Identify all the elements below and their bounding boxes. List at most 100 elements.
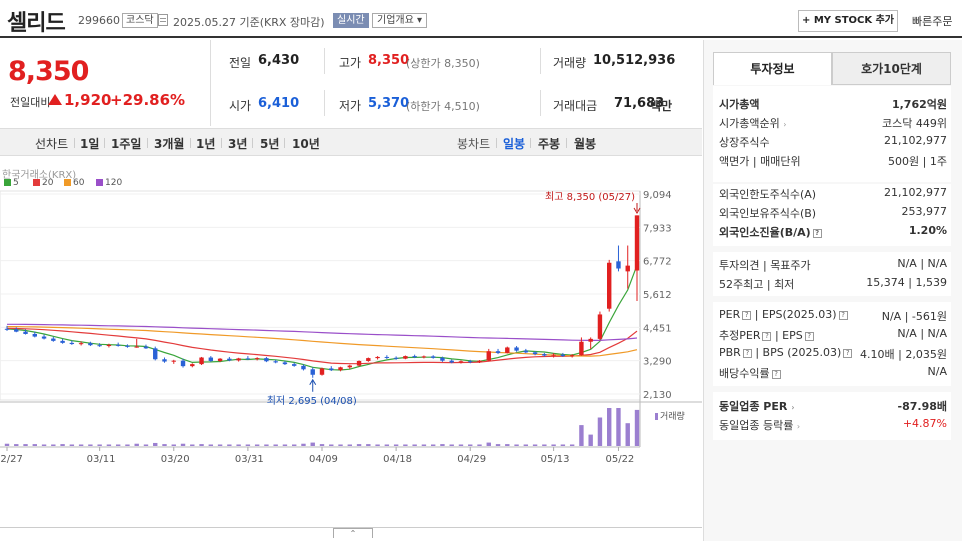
info-key[interactable]: 동일업종 등락률 › (719, 417, 800, 433)
info-key-label: PER (719, 308, 741, 321)
candle-body (607, 262, 612, 309)
volume-bar (153, 442, 158, 446)
period-1y[interactable]: 1년 (196, 135, 215, 152)
volume-legend-swatch (655, 413, 658, 420)
help-icon[interactable]: ? (771, 369, 781, 379)
company-overview-dropdown[interactable]: 기업개요 ▾ (372, 13, 428, 28)
candles (4, 215, 640, 378)
info-value: 253,977 (901, 205, 948, 218)
add-mystock-button[interactable]: + MY STOCK 추가 (798, 10, 898, 32)
quick-order-link[interactable]: 빠른주문 (912, 13, 952, 29)
candle-body (634, 215, 640, 271)
period-daily[interactable]: 일봉 (503, 135, 525, 152)
candle-body (421, 356, 427, 358)
volume-bar (292, 444, 297, 446)
period-1d[interactable]: 1일 (80, 135, 99, 152)
help-icon[interactable]: ? (742, 348, 752, 358)
help-icon[interactable]: ? (804, 331, 814, 341)
tab-investment-info[interactable]: 투자정보 (713, 52, 832, 85)
help-icon[interactable]: ? (838, 310, 848, 320)
info-key: PER? | EPS(2025.03)? (719, 308, 848, 321)
candle-body (569, 355, 575, 357)
tab-order-book[interactable]: 호가10단계 (832, 52, 951, 85)
volume-bar (301, 443, 306, 446)
divider (284, 138, 285, 148)
document-icon (158, 14, 168, 26)
up-arrow-icon (48, 94, 62, 105)
period-5y[interactable]: 5년 (260, 135, 279, 152)
volume-value: 10,512,936 (593, 53, 676, 68)
info-key[interactable]: 시가총액순위 › (719, 115, 786, 131)
volume-bar (347, 444, 352, 446)
candle-body (282, 362, 288, 365)
volume-bar (486, 442, 491, 446)
period-monthly[interactable]: 월봉 (574, 135, 596, 152)
info-key-label: 목표주가 (770, 259, 811, 272)
candle-body (449, 360, 454, 363)
info-value: 21,102,977 (884, 134, 947, 147)
divider (496, 138, 497, 148)
volume-bar (143, 444, 149, 446)
collapse-button[interactable]: ⌃ (333, 528, 373, 538)
period-1w[interactable]: 1주일 (111, 135, 141, 152)
help-icon[interactable]: ? (762, 331, 772, 341)
volume-bar (236, 444, 241, 446)
help-icon[interactable]: ? (843, 348, 853, 358)
info-value: N/A (927, 365, 947, 378)
period-10y[interactable]: 10년 (292, 135, 320, 152)
realtime-button[interactable]: 실시간 (333, 13, 369, 28)
volume-bar (319, 444, 325, 446)
help-icon[interactable]: ? (742, 310, 752, 320)
info-value: 500원 | 1주 (888, 155, 947, 168)
low-annotation: 최저 2,695 (04/08) (267, 395, 357, 407)
candle-body (106, 344, 112, 347)
volume-bar (199, 444, 204, 446)
candle-body (319, 368, 325, 375)
period-3y[interactable]: 3년 (228, 135, 247, 152)
x-tick-label: 05/13 (541, 454, 570, 465)
period-3m[interactable]: 3개월 (154, 135, 184, 152)
low-value: 5,370 (368, 96, 410, 111)
period-weekly[interactable]: 주봉 (538, 135, 560, 152)
volume-bar (366, 444, 371, 446)
chevron-right-icon: › (791, 403, 795, 412)
price-chart[interactable]: 9,094 7,933 6,772 5,612 4,451 3,290 2,130 거래량 02… (0, 166, 702, 526)
volume-bar (32, 444, 37, 446)
volume-bar (115, 444, 121, 446)
divider (252, 138, 253, 148)
candle-body (254, 358, 260, 360)
candle-body (69, 342, 75, 345)
candle-body (301, 365, 306, 370)
candle-body (468, 361, 473, 363)
market-badge: 코스닥 (122, 13, 158, 28)
info-value-part: 2,035원 (905, 348, 947, 361)
volume-bar (634, 409, 640, 446)
volume-bar (208, 444, 214, 446)
info-key[interactable]: 동일업종 PER › (719, 398, 795, 414)
volume-bar (449, 444, 454, 446)
candle-body (23, 331, 28, 334)
line-chart-tab[interactable]: 선차트 (35, 135, 68, 152)
candle-body (134, 346, 139, 348)
candle-body (32, 333, 37, 337)
volume-bar (227, 444, 232, 446)
volume-bar (421, 444, 427, 446)
info-value: 4.10배 | 2,035원 (860, 348, 947, 361)
info-key: 시가총액 (719, 98, 760, 111)
candle-body (180, 360, 186, 367)
candle-body (403, 356, 408, 359)
info-key-label: 동일업종 PER (719, 400, 788, 413)
prev-close-value: 6,430 (258, 53, 300, 68)
info-key-label: BPS (2025.03) (762, 346, 842, 359)
volume-bar (97, 444, 102, 446)
help-icon[interactable]: ? (812, 228, 822, 238)
info-key-label: 배당수익률 (719, 367, 770, 380)
amount-unit: 백만 (650, 99, 673, 113)
divider (566, 138, 567, 148)
ma-line-120 (7, 323, 638, 341)
info-value: +4.87% (902, 417, 947, 430)
chevron-down-icon: ▾ (417, 15, 423, 26)
info-value-part: N/A (881, 310, 902, 323)
candle-body (227, 358, 232, 361)
candle-body (273, 361, 278, 363)
